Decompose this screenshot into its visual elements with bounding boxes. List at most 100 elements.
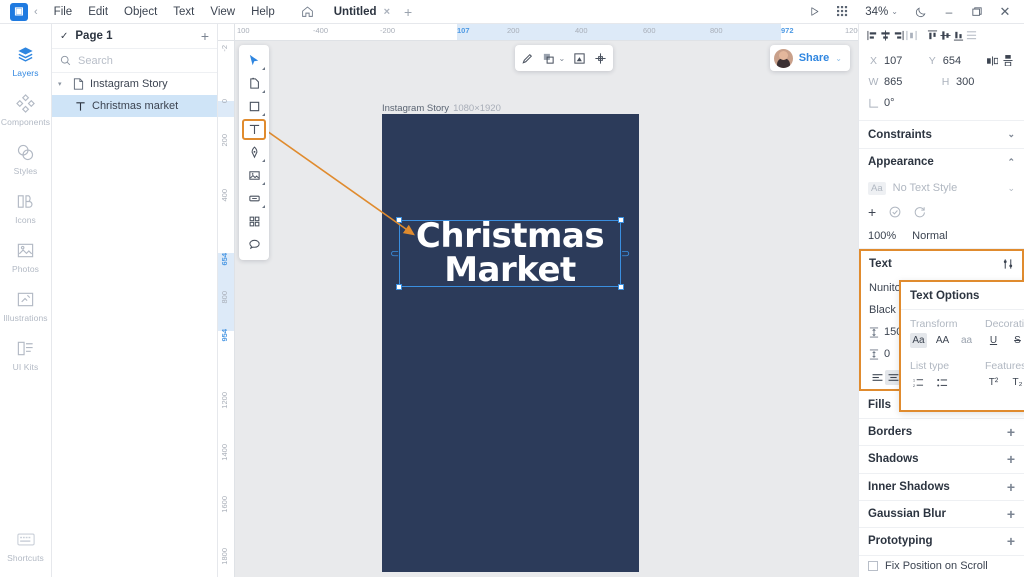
align-center-h-icon[interactable] (879, 27, 892, 45)
add-prototype-button[interactable]: + (1007, 533, 1015, 549)
ruler-vertical[interactable]: -2 0 200 400 654 800 954 1200 1400 1600 … (218, 41, 235, 577)
add-shadow-button[interactable]: + (1007, 451, 1015, 467)
text-align-left-icon[interactable] (869, 370, 885, 385)
chevron-down-icon[interactable]: ⌄ (1007, 183, 1015, 194)
menu-text[interactable]: Text (165, 4, 202, 20)
y-field[interactable]: Y 654 (927, 55, 986, 67)
strikethrough-button[interactable]: S (1009, 333, 1024, 348)
appearance-section-header[interactable]: Appearance ⌃ (859, 149, 1024, 176)
inner-shadows-section-header[interactable]: Inner Shadows + (859, 474, 1024, 501)
prototyping-section-header[interactable]: Prototyping + (859, 528, 1024, 556)
tab-close-icon[interactable]: × (384, 6, 390, 18)
add-blur-button[interactable]: + (1007, 506, 1015, 522)
back-chevron-icon[interactable]: ‹ (34, 6, 46, 18)
new-tab-icon[interactable]: + (404, 4, 412, 20)
superscript-button[interactable]: T² (985, 375, 1002, 390)
resize-handle-tl[interactable] (396, 217, 402, 223)
reset-style-icon[interactable] (914, 206, 926, 218)
rail-item-ui-kits[interactable]: UI Kits (0, 330, 52, 379)
share-button[interactable]: Share (799, 52, 830, 64)
maximize-button[interactable] (964, 1, 990, 23)
menu-object[interactable]: Object (116, 4, 165, 20)
flip-horizontal-icon[interactable] (986, 53, 1001, 69)
rectangle-tool[interactable] (242, 96, 266, 117)
fix-position-checkbox[interactable] (868, 561, 878, 572)
numbered-list-icon[interactable]: 12 (910, 375, 927, 390)
x-field[interactable]: X 107 (868, 55, 927, 67)
add-inner-shadow-button[interactable]: + (1007, 479, 1015, 495)
align-left-icon[interactable] (866, 27, 879, 45)
opacity-value[interactable]: 100% (868, 230, 896, 242)
align-center-v-icon[interactable] (939, 27, 952, 45)
ruler-horizontal[interactable]: 100 -400 -200 107 200 400 600 800 972 12… (235, 24, 858, 41)
rail-item-shortcuts[interactable]: Shortcuts (0, 521, 52, 577)
rail-item-styles[interactable]: Styles (0, 134, 52, 183)
blend-mode-value[interactable]: Normal (912, 230, 947, 242)
text-settings-icon[interactable] (1002, 258, 1014, 270)
menu-view[interactable]: View (202, 4, 243, 20)
moon-icon[interactable] (908, 1, 934, 23)
search-input[interactable] (78, 54, 220, 67)
rail-item-layers[interactable]: Layers (0, 36, 52, 85)
grid-tool[interactable] (242, 211, 266, 232)
w-field[interactable]: W 865 (868, 76, 940, 88)
zoom-level-selector[interactable]: 34% ⌄ (857, 6, 906, 18)
transform-upper-button[interactable]: AA (934, 333, 951, 348)
tab-untitled[interactable]: Untitled × (330, 4, 394, 20)
home-icon[interactable] (301, 5, 314, 18)
cursor-tool[interactable] (242, 50, 266, 71)
design-canvas[interactable]: Instagram Story 1080×1920 Christmas Marke… (235, 41, 858, 577)
page-check-icon[interactable]: ✓ (60, 31, 68, 42)
add-page-button[interactable]: + (201, 28, 209, 44)
chevron-down-icon[interactable]: ⌄ (835, 54, 842, 63)
menu-edit[interactable]: Edit (80, 4, 116, 20)
rail-item-illustrations[interactable]: Illustrations (0, 281, 52, 330)
align-right-icon[interactable] (892, 27, 905, 45)
rail-item-photos[interactable]: Photos (0, 232, 52, 281)
resize-handle-tr[interactable] (618, 217, 624, 223)
avatar[interactable] (773, 48, 793, 68)
flip-vertical-icon[interactable] (1000, 53, 1015, 69)
align-bottom-icon[interactable] (952, 27, 965, 45)
resize-handle-bl[interactable] (396, 284, 402, 290)
grid-apps-icon[interactable] (829, 1, 855, 23)
bulleted-list-icon[interactable] (934, 375, 951, 390)
text-options-popup[interactable]: Text Options ✕ Transform Aa AA aa Decora… (899, 280, 1024, 412)
transform-lower-button[interactable]: aa (958, 333, 975, 348)
borders-section-header[interactable]: Borders + (859, 419, 1024, 447)
text-resize-left-icon[interactable]: ⊂ (390, 247, 399, 260)
image-tool[interactable] (242, 165, 266, 186)
artboard-label[interactable]: Instagram Story 1080×1920 (382, 103, 501, 114)
shadows-section-header[interactable]: Shadows + (859, 446, 1024, 474)
h-field[interactable]: H 300 (940, 76, 1012, 88)
menu-file[interactable]: File (46, 4, 81, 20)
align-top-icon[interactable] (926, 27, 939, 45)
artboard-tool[interactable] (242, 73, 266, 94)
subscript-button[interactable]: T₂ (1009, 375, 1024, 390)
fix-position-row[interactable]: Fix Position on Scroll (859, 556, 1024, 577)
minimize-button[interactable]: – (936, 1, 962, 23)
distribute-h-icon[interactable] (905, 27, 918, 45)
artboard-instagram-story[interactable] (382, 114, 639, 572)
chevron-down-icon[interactable]: ▾ (58, 80, 66, 88)
add-style-icon[interactable]: + (868, 204, 876, 220)
rail-item-components[interactable]: Components (0, 85, 52, 134)
play-icon[interactable] (801, 1, 827, 23)
text-resize-right-icon[interactable]: ⊃ (621, 247, 630, 260)
pen-tool[interactable] (242, 142, 266, 163)
text-tool[interactable] (242, 119, 266, 140)
close-button[interactable]: ✕ (992, 1, 1018, 23)
menu-help[interactable]: Help (243, 4, 283, 20)
apply-style-icon[interactable] (889, 206, 901, 218)
page-title[interactable]: Page 1 (75, 30, 112, 42)
transform-sentence-button[interactable]: Aa (910, 333, 927, 348)
distribute-v-icon[interactable] (965, 27, 978, 45)
list-item[interactable]: ▾ Instagram Story (52, 73, 217, 95)
rotation-field[interactable]: 0° (868, 97, 940, 109)
text-style-value[interactable]: No Text Style (893, 182, 958, 194)
button-tool[interactable] (242, 188, 266, 209)
constraints-section-header[interactable]: Constraints ⌄ (859, 121, 1024, 149)
underline-button[interactable]: U (985, 333, 1002, 348)
add-border-button[interactable]: + (1007, 424, 1015, 440)
boolean-caret-icon[interactable]: ⌄ (559, 54, 566, 63)
